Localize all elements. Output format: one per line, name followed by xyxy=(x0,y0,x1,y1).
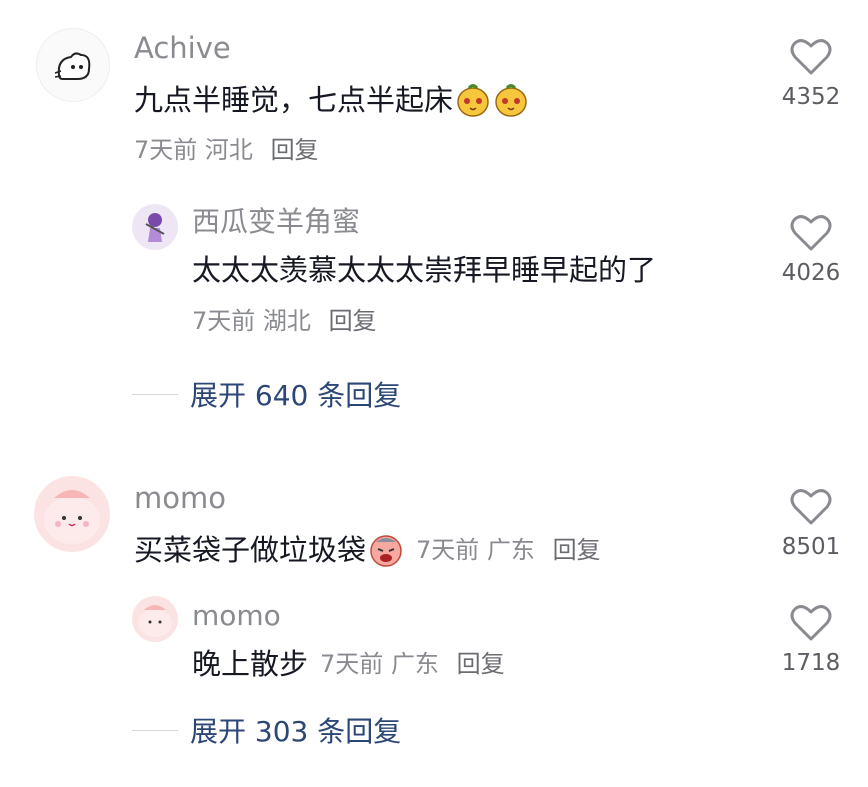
reply-location: 广东 xyxy=(390,650,439,678)
comment-time: 7天前 xyxy=(134,136,198,164)
reply-text: 晚上散步 7天前 广东 回复 xyxy=(192,644,505,684)
reply-button[interactable]: 回复 xyxy=(457,650,505,678)
reply-text: 太太太羡慕太太太崇拜早睡早起的了 xyxy=(192,253,657,287)
reply-username[interactable]: 西瓜变羊角蜜 xyxy=(192,204,360,240)
pink-blob-avatar-icon xyxy=(138,605,172,637)
like-button[interactable]: 4026 xyxy=(771,214,851,288)
avatar[interactable] xyxy=(132,596,178,642)
reply-time: 7天前 xyxy=(320,650,384,678)
reply-username[interactable]: momo xyxy=(192,598,281,634)
comment-text-content: 九点半睡觉，七点半起床 xyxy=(134,83,454,117)
expand-replies-button[interactable]: 展开 303 条回复 xyxy=(132,710,401,750)
comment-username[interactable]: Achive xyxy=(134,30,231,66)
avatar[interactable] xyxy=(36,28,110,102)
avatar[interactable] xyxy=(132,204,178,250)
heart-icon xyxy=(790,39,832,75)
like-count: 4026 xyxy=(781,260,841,286)
like-button[interactable]: 4352 xyxy=(771,38,851,112)
divider-line xyxy=(132,393,178,395)
comment-meta: 7天前 广东 回复 xyxy=(416,530,601,570)
reply-button[interactable]: 回复 xyxy=(271,136,319,164)
mango-face-emoji-icon xyxy=(493,82,529,118)
heart-icon xyxy=(790,489,832,525)
reply-button[interactable]: 回复 xyxy=(329,307,377,335)
avatar[interactable] xyxy=(34,476,110,552)
comment-location: 河北 xyxy=(204,136,253,164)
like-count: 8501 xyxy=(781,534,841,560)
reply-time: 7天前 xyxy=(192,307,256,335)
pink-blob-avatar-icon xyxy=(44,490,100,544)
expand-replies-label: 展开 640 条回复 xyxy=(190,379,402,412)
heart-icon xyxy=(790,605,832,641)
heart-icon xyxy=(790,215,832,251)
reply-button[interactable]: 回复 xyxy=(553,536,601,564)
crying-face-emoji-icon xyxy=(368,532,404,568)
comment-location: 广东 xyxy=(486,536,535,564)
comment-text: 买菜袋子做垃圾袋 7天前 广东 回复 xyxy=(134,530,601,570)
reply-text-content: 晚上散步 xyxy=(192,647,309,681)
expand-replies-button[interactable]: 展开 640 条回复 xyxy=(132,374,401,414)
like-button[interactable]: 8501 xyxy=(771,488,851,562)
divider-line xyxy=(132,729,178,731)
mango-face-emoji-icon xyxy=(455,82,491,118)
comment-time: 7天前 xyxy=(416,536,480,564)
reply-location: 湖北 xyxy=(262,307,311,335)
expand-replies-label: 展开 303 条回复 xyxy=(190,715,402,748)
comment-text-content: 买菜袋子做垃圾袋 xyxy=(134,533,367,567)
comment-text: 九点半睡觉，七点半起床 xyxy=(134,80,529,120)
like-button[interactable]: 1718 xyxy=(771,604,851,678)
comment-username[interactable]: momo xyxy=(134,480,226,516)
anime-girl-avatar-icon xyxy=(145,213,165,242)
reply-meta: 7天前 广东 回复 xyxy=(320,644,505,684)
like-count: 4352 xyxy=(781,84,841,110)
reply-meta: 7天前 湖北 回复 xyxy=(192,305,377,337)
like-count: 1718 xyxy=(781,650,841,676)
comment-meta: 7天前 河北 回复 xyxy=(134,134,319,166)
cat-avatar-icon xyxy=(54,52,91,80)
